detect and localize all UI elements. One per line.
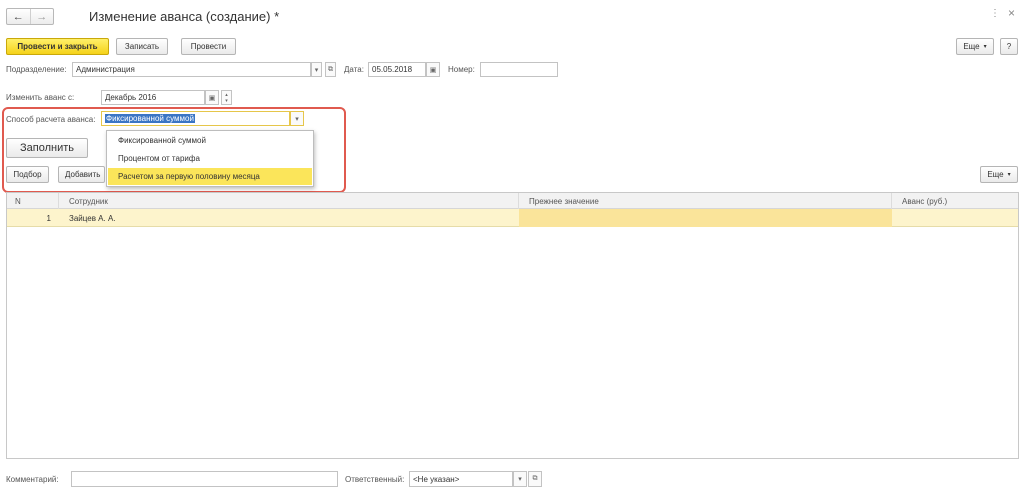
number-field[interactable] (480, 62, 558, 77)
number-label: Номер: (448, 65, 475, 74)
select-button[interactable]: Подбор (6, 166, 49, 183)
back-icon[interactable]: ← (7, 9, 30, 24)
chevron-down-icon: ▾ (983, 44, 987, 50)
table-more-button[interactable]: Еще ▾ (980, 166, 1018, 183)
change-from-field[interactable]: Декабрь 2016 (101, 90, 205, 105)
chevron-down-icon[interactable]: ▾ (290, 111, 304, 126)
post-button[interactable]: Провести (181, 38, 236, 55)
row-number: 1 (46, 213, 51, 223)
department-field[interactable]: Администрация (72, 62, 311, 77)
row-advance[interactable] (892, 209, 1018, 227)
chevron-down-icon[interactable]: ▾ (311, 62, 322, 77)
post-and-close-button[interactable]: Провести и закрыть (6, 38, 109, 55)
table-header: N Сотрудник Прежнее значение Аванс (руб.… (7, 193, 1018, 209)
close-icon[interactable]: × (1008, 6, 1015, 20)
department-label: Подразделение: (6, 65, 67, 74)
responsible-field[interactable]: <Не указан> (409, 471, 513, 487)
method-field[interactable]: Фиксированной суммой (101, 111, 290, 126)
save-button[interactable]: Записать (116, 38, 168, 55)
more-label: Еще (987, 170, 1004, 179)
history-navigation: ← → (6, 8, 54, 25)
responsible-label: Ответственный: (345, 475, 405, 484)
comment-label: Комментарий: (6, 475, 59, 484)
open-link-icon[interactable]: ⧉ (528, 471, 542, 487)
more-options-icon[interactable]: ⋮ (990, 8, 1000, 19)
column-header-employee[interactable]: Сотрудник (59, 193, 519, 209)
column-header-previous[interactable]: Прежнее значение (519, 193, 892, 209)
method-dropdown: Фиксированной суммой Процентом от тарифа… (106, 130, 314, 187)
more-button[interactable]: Еще ▾ (956, 38, 994, 55)
change-from-label: Изменить аванс с: (6, 93, 75, 102)
date-label: Дата: (344, 65, 364, 74)
employees-table: N Сотрудник Прежнее значение Аванс (руб.… (6, 192, 1019, 459)
chevron-down-icon: ▾ (1007, 172, 1011, 178)
forward-icon[interactable]: → (29, 9, 54, 24)
chevron-down-icon[interactable]: ▾ (513, 471, 527, 487)
dropdown-option-first-half[interactable]: Расчетом за первую половину месяца (108, 168, 312, 185)
calendar-icon[interactable]: ▣ (426, 62, 440, 77)
column-header-advance[interactable]: Аванс (руб.) (892, 193, 1018, 209)
add-button[interactable]: Добавить (58, 166, 105, 183)
page-title: Изменение аванса (создание) * (89, 9, 280, 24)
dropdown-option-percent[interactable]: Процентом от тарифа (108, 150, 312, 167)
method-label: Способ расчета аванса: (6, 115, 96, 124)
comment-field[interactable] (71, 471, 338, 487)
date-field[interactable]: 05.05.2018 (368, 62, 426, 77)
column-header-n[interactable]: N (7, 193, 59, 209)
dropdown-option-fixed[interactable]: Фиксированной суммой (108, 132, 312, 149)
open-link-icon[interactable]: ⧉ (325, 62, 336, 77)
fill-button[interactable]: Заполнить (6, 138, 88, 158)
calendar-icon[interactable]: ▣ (205, 90, 219, 105)
method-value: Фиксированной суммой (105, 114, 195, 123)
row-employee[interactable]: Зайцев А. А. (59, 209, 519, 227)
period-stepper[interactable]: ▴ ▾ (221, 90, 232, 105)
table-row[interactable]: 1 Зайцев А. А. (7, 209, 1018, 227)
more-label: Еще (963, 42, 980, 51)
row-previous[interactable] (519, 209, 892, 227)
help-button[interactable]: ? (1000, 38, 1018, 55)
